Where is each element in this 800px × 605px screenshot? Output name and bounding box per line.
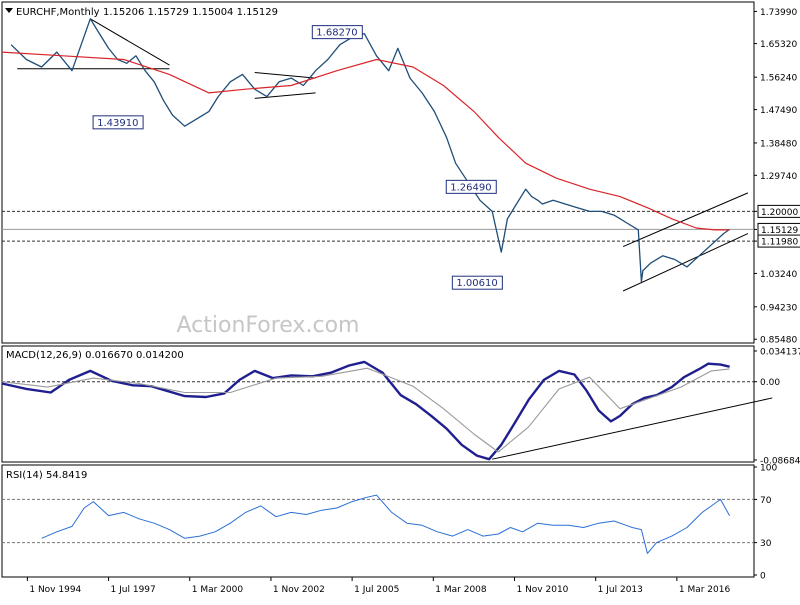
price-tick-1-56240: 1.56240 [760, 74, 797, 84]
price-tick-1-20000: 1.20000 [761, 208, 798, 218]
x-label-1-nov-2010: 1 Nov 2010 [516, 585, 568, 595]
price-tick-1-38480: 1.38480 [760, 139, 797, 149]
eurchf-monthly-chart: ActionForex.com EURCHF,Monthly 1.15206 1… [0, 0, 800, 600]
rsi-tick-30: 30 [760, 539, 772, 549]
price-tick-1-65320: 1.65320 [760, 40, 797, 50]
annotation-1-43910: 1.43910 [97, 118, 138, 129]
x-label-1-nov-2002: 1 Nov 2002 [273, 585, 325, 595]
price-tick-0-94230: 0.94230 [760, 303, 797, 313]
x-label-1-mar-2008: 1 Mar 2008 [435, 585, 487, 595]
chart-background [0, 0, 800, 600]
annotation-1-68270: 1.68270 [316, 28, 357, 39]
price-tick-1-11980: 1.11980 [761, 238, 798, 248]
x-label-1-jul-2005: 1 Jul 2005 [354, 585, 399, 595]
x-label-1-jul-2013: 1 Jul 2013 [598, 585, 643, 595]
ohlc-values: 1.15206 1.15729 1.15004 1.15129 [103, 7, 278, 18]
macd-label: MACD(12,26,9) 0.016670 0.014200 [6, 350, 184, 361]
rsi-tick-0: 0 [760, 572, 766, 582]
rsi-tick-70: 70 [760, 496, 772, 506]
rsi-label: RSI(14) 54.8419 [6, 470, 87, 481]
price-tick-1-03240: 1.03240 [760, 270, 797, 280]
x-label-1-mar-2016: 1 Mar 2016 [679, 585, 731, 595]
annotation-1-00610: 1.00610 [456, 278, 497, 289]
watermark: ActionForex.com [177, 313, 360, 338]
macd-tick-0-00: 0.00 [760, 378, 780, 388]
rsi-tick-100: 100 [760, 464, 777, 474]
x-label-1-jul-1997: 1 Jul 1997 [111, 585, 156, 595]
price-tick-0-85480: 0.85480 [760, 336, 797, 346]
chart-title: EURCHF,Monthly [16, 7, 100, 18]
chart-header: EURCHF,Monthly 1.15206 1.15729 1.15004 1… [5, 7, 278, 18]
x-label-1-mar-2000: 1 Mar 2000 [192, 585, 244, 595]
price-tick-1-73990: 1.73990 [760, 8, 797, 18]
annotation-1-26490: 1.26490 [450, 182, 491, 193]
macd-tick-0-034137: 0.034137 [760, 347, 800, 357]
price-tick-1-15129: 1.15129 [761, 226, 798, 236]
x-label-1-nov-1994: 1 Nov 1994 [29, 585, 81, 595]
chart-svg: ActionForex.com EURCHF,Monthly 1.15206 1… [0, 0, 800, 600]
price-tick-1-29740: 1.29740 [760, 172, 797, 182]
price-tick-1-47490: 1.47490 [760, 106, 797, 116]
